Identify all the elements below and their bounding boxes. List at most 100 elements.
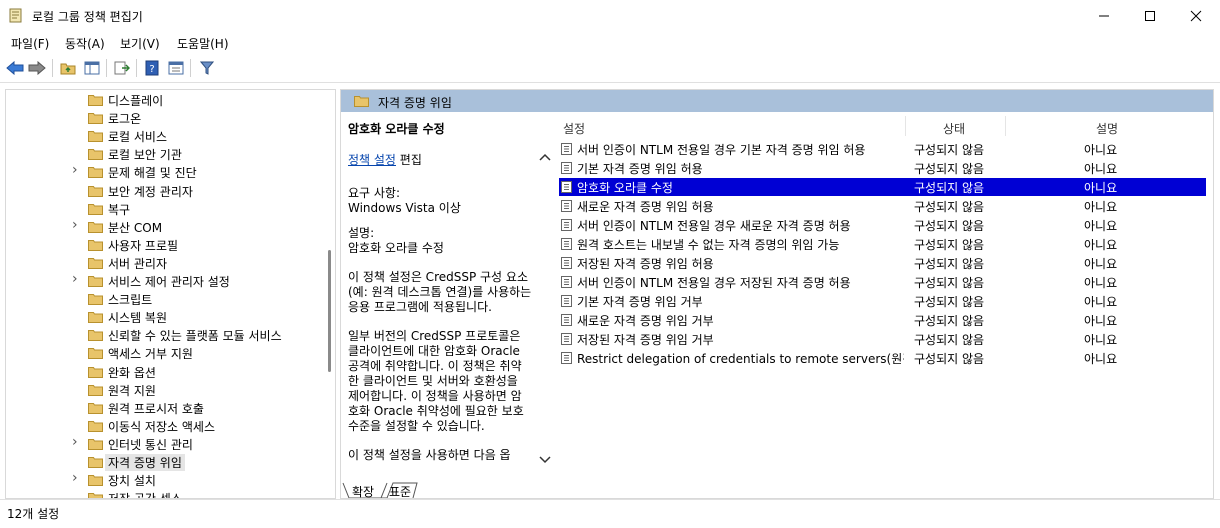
- tree-item[interactable]: › 장치 설치: [6, 470, 326, 489]
- tree-item[interactable]: 스크립트: [6, 290, 326, 308]
- maximize-icon: [1145, 11, 1155, 21]
- expand-arrow-icon[interactable]: ›: [72, 434, 78, 450]
- help-icon: ?: [145, 60, 159, 76]
- scroll-down-icon[interactable]: [539, 455, 551, 465]
- tree-item-label: 시스템 복원: [108, 311, 168, 326]
- tree-item[interactable]: 저장 공간 센스: [6, 489, 326, 498]
- tree-item[interactable]: 원격 프로시저 호출: [6, 399, 326, 417]
- requirements-value: Windows Vista 이상: [348, 201, 461, 215]
- setting-name: Restrict delegation of credentials to re…: [577, 352, 904, 366]
- menu-action[interactable]: 동작(A): [65, 35, 105, 52]
- list-row[interactable]: Restrict delegation of credentials to re…: [559, 349, 1206, 367]
- properties-button[interactable]: [166, 58, 186, 78]
- list-row[interactable]: 저장된 자격 증명 위임 거부 구성되지 않음 아니요: [559, 330, 1206, 348]
- tree-item[interactable]: 디스플레이: [6, 91, 326, 109]
- description-paragraph: 일부 버전의 CredSSP 프로토콜은 클라이언트에 대한 암호화 Oracl…: [348, 329, 524, 433]
- column-divider[interactable]: [905, 116, 906, 136]
- edit-policy-link[interactable]: 정책 설정: [348, 153, 396, 167]
- tab-standard[interactable]: 표준: [389, 483, 411, 498]
- filter-button[interactable]: [197, 58, 217, 78]
- tree-item[interactable]: 서버 관리자: [6, 254, 326, 272]
- tree-scrollbar[interactable]: [328, 250, 331, 372]
- list-row[interactable]: 새로운 자격 증명 위임 허용 구성되지 않음 아니요: [559, 197, 1206, 215]
- list-row[interactable]: 저장된 자격 증명 위임 허용 구성되지 않음 아니요: [559, 254, 1206, 272]
- tree-item[interactable]: 로그온: [6, 109, 326, 127]
- tree-item[interactable]: 액세스 거부 지원: [6, 344, 326, 362]
- policy-setting-icon: [561, 352, 572, 364]
- up-level-button[interactable]: [58, 58, 78, 78]
- tree-item[interactable]: 사용자 프로필: [6, 236, 326, 254]
- menu-view[interactable]: 보기(V): [120, 35, 160, 52]
- minimize-icon: [1099, 15, 1109, 17]
- list-row[interactable]: 서버 인증이 NTLM 전용일 경우 새로운 자격 증명 허용 구성되지 않음 아니…: [559, 216, 1206, 234]
- tree-item[interactable]: 시스템 복원: [6, 308, 326, 326]
- setting-state: 구성되지 않음: [914, 257, 985, 271]
- folder-icon: [88, 330, 103, 342]
- scroll-up-icon[interactable]: [539, 152, 551, 162]
- list-row[interactable]: 기본 자격 증명 위임 거부 구성되지 않음 아니요: [559, 292, 1206, 310]
- tree-item[interactable]: 이동식 저장소 액세스: [6, 417, 326, 435]
- setting-state: 구성되지 않음: [914, 352, 985, 366]
- list-row[interactable]: 기본 자격 증명 위임 허용 구성되지 않음 아니요: [559, 159, 1206, 177]
- close-icon: [1190, 10, 1202, 22]
- policy-setting-icon: [561, 200, 572, 212]
- setting-state: 구성되지 않음: [914, 181, 985, 195]
- help-button[interactable]: ?: [142, 58, 162, 78]
- expand-arrow-icon[interactable]: ›: [72, 162, 78, 178]
- setting-state: 구성되지 않음: [914, 162, 985, 176]
- list-row[interactable]: 서버 인증이 NTLM 전용일 경우 기본 자격 증명 위임 허용 구성되지 않음…: [559, 140, 1206, 158]
- main-area: 디스플레이 로그온 로컬 서비스 로컬 보안 기관 › 문제 해결 및 진단 보안 계정 관…: [0, 83, 1220, 499]
- svg-text:?: ?: [149, 64, 154, 75]
- minimize-button[interactable]: [1081, 0, 1127, 32]
- export-list-button[interactable]: [112, 58, 132, 78]
- list-row[interactable]: 원격 호스트는 내보낼 수 없는 자격 증명의 위임 가능 구성되지 않음 아니요: [559, 235, 1206, 253]
- tree-item[interactable]: 보안 계정 관리자: [6, 182, 326, 200]
- setting-comment: 아니요: [1084, 219, 1118, 233]
- tree-item[interactable]: 복구: [6, 200, 326, 218]
- tree-item[interactable]: 신뢰할 수 있는 플랫폼 모듈 서비스: [6, 326, 326, 344]
- expand-arrow-icon[interactable]: ›: [72, 217, 78, 233]
- tree-item-label: 원격 지원: [108, 383, 156, 398]
- tree-item[interactable]: › 서비스 제어 관리자 설정: [6, 271, 326, 290]
- column-comment[interactable]: 설명: [1096, 120, 1118, 137]
- folder-icon: [88, 402, 103, 414]
- setting-comment: 아니요: [1084, 257, 1118, 271]
- folder-icon: [88, 420, 103, 432]
- menu-file[interactable]: 파일(F): [11, 35, 49, 52]
- close-button[interactable]: [1173, 0, 1219, 32]
- tree-item-label: 인터넷 통신 관리: [108, 437, 193, 452]
- tree-item[interactable]: › 인터넷 통신 관리: [6, 434, 326, 453]
- tree-item[interactable]: 로컬 서비스: [6, 127, 326, 145]
- tree-item[interactable]: 로컬 보안 기관: [6, 145, 326, 163]
- navigation-tree[interactable]: 디스플레이 로그온 로컬 서비스 로컬 보안 기관 › 문제 해결 및 진단 보안 계정 관…: [5, 89, 336, 499]
- column-setting[interactable]: 설정: [563, 120, 585, 137]
- tree-item[interactable]: › 문제 해결 및 진단: [6, 162, 326, 181]
- forward-button[interactable]: [27, 58, 47, 78]
- tree-item-label: 액세스 거부 지원: [108, 347, 193, 362]
- filter-icon: [200, 61, 214, 75]
- column-divider[interactable]: [1005, 116, 1006, 136]
- tree-item[interactable]: 자격 증명 위임: [6, 453, 326, 471]
- folder-icon: [88, 276, 103, 287]
- folder-up-icon: [60, 63, 76, 75]
- tab-extended[interactable]: 확장: [352, 483, 374, 498]
- expand-arrow-icon[interactable]: ›: [72, 470, 78, 486]
- folder-icon: [88, 131, 103, 143]
- setting-comment: 아니요: [1084, 314, 1118, 328]
- view-tabs: 확장 표준: [341, 482, 554, 498]
- tree-item[interactable]: › 분산 COM: [6, 217, 326, 236]
- description-paragraph: 이 정책 설정은 CredSSP 구성 요소(예: 원격 데스크톱 연결)를 사…: [348, 270, 532, 314]
- tree-item[interactable]: 원격 지원: [6, 381, 326, 399]
- expand-arrow-icon[interactable]: ›: [72, 271, 78, 287]
- list-row[interactable]: 새로운 자격 증명 위임 거부 구성되지 않음 아니요: [559, 311, 1206, 329]
- column-state[interactable]: 상태: [943, 120, 965, 137]
- show-hide-tree-button[interactable]: [82, 58, 102, 78]
- setting-state: 구성되지 않음: [914, 143, 985, 157]
- menu-help[interactable]: 도움말(H): [177, 35, 229, 52]
- list-row[interactable]: 서버 인증이 NTLM 전용일 경우 저장된 자격 증명 허용 구성되지 않음 아니…: [559, 273, 1206, 291]
- back-button[interactable]: [5, 58, 25, 78]
- list-row[interactable]: 암호화 오라클 수정 구성되지 않음 아니요: [559, 178, 1206, 196]
- policy-setting-icon: [561, 181, 572, 193]
- maximize-button[interactable]: [1127, 0, 1173, 32]
- tree-item[interactable]: 완화 옵션: [6, 363, 326, 381]
